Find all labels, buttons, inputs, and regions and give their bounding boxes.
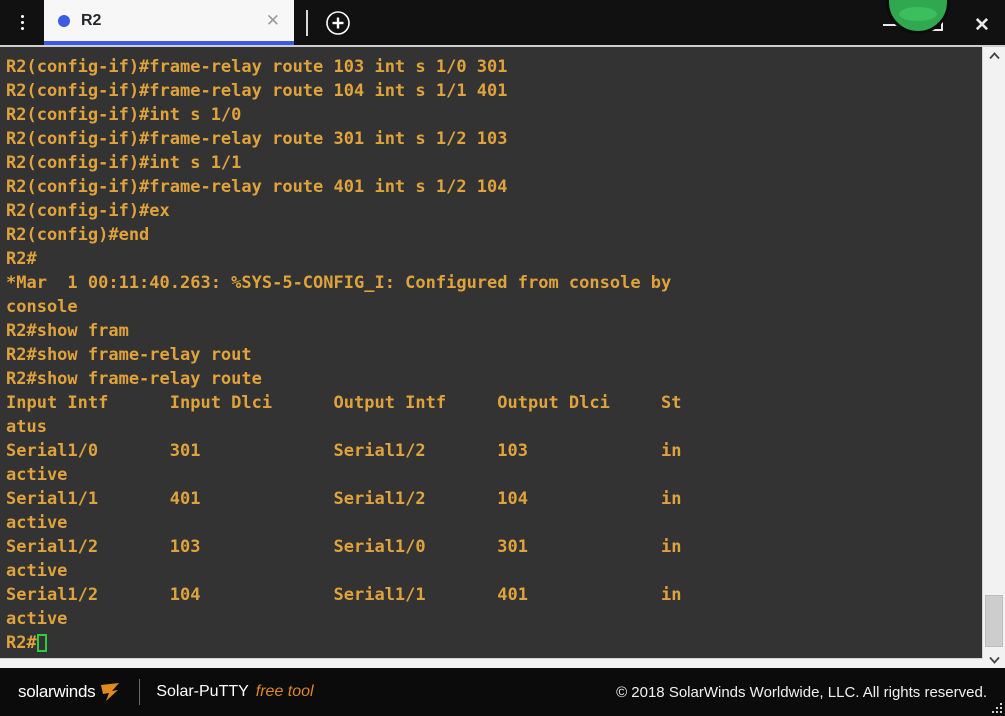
- terminal-line: active: [6, 465, 68, 485]
- solarwinds-flame-icon: [101, 683, 120, 701]
- terminal-line: R2#: [6, 249, 37, 269]
- product-name: Solar-PuTTY: [156, 683, 249, 700]
- terminal-line: *Mar 1 00:11:40.263: %SYS-5-CONFIG_I: Co…: [6, 273, 672, 293]
- terminal-line: R2#show frame-relay route: [6, 369, 262, 389]
- terminal-cursor: [36, 634, 47, 652]
- terminal-horizontal-scrollbar[interactable]: [0, 658, 983, 668]
- footer-separator: [139, 679, 141, 705]
- terminal-prompt-text: R2#: [6, 633, 37, 653]
- terminal-line: Serial1/0 301 Serial1/2 103 in: [6, 441, 682, 461]
- terminal-line: Serial1/2 104 Serial1/1 401 in: [6, 585, 682, 605]
- terminal-output[interactable]: R2(config-if)#frame-relay route 103 int …: [0, 47, 982, 668]
- terminal-prompt-line[interactable]: R2#: [6, 631, 982, 655]
- terminal-area: R2(config-if)#frame-relay route 103 int …: [0, 45, 1005, 668]
- scrollbar-thumb[interactable]: [985, 595, 1003, 647]
- plus-circle-icon: [326, 10, 350, 35]
- terminal-line: R2(config-if)#frame-relay route 103 int …: [6, 57, 508, 77]
- terminal-line: R2(config-if)#int s 1/0: [6, 105, 242, 125]
- terminal-line: Input Intf Input Dlci Output Intf Output…: [6, 393, 682, 413]
- solarwinds-wordmark: solarwinds: [18, 682, 96, 701]
- terminal-line: R2#show fram: [6, 321, 129, 341]
- terminal-line: R2(config-if)#int s 1/1: [6, 153, 242, 173]
- status-bar: solarwinds Solar-PuTTY free tool © 2018 …: [0, 668, 1005, 716]
- terminal-line: R2(config)#end: [6, 225, 150, 245]
- main-menu-button[interactable]: [0, 0, 44, 45]
- tab-separator: [306, 9, 308, 36]
- new-tab-button[interactable]: [324, 9, 352, 37]
- terminal-line: Serial1/1 401 Serial1/2 104 in: [6, 489, 682, 509]
- terminal-vertical-scrollbar[interactable]: [982, 47, 1005, 668]
- terminal-line: R2(config-if)#frame-relay route 104 int …: [6, 81, 508, 101]
- resize-grip-icon[interactable]: [990, 701, 1002, 713]
- chevron-up-icon: [988, 51, 1000, 59]
- product-tagline: free tool: [255, 683, 314, 700]
- terminal-line: console: [6, 297, 78, 317]
- terminal-line: R2(config-if)#frame-relay route 301 int …: [6, 129, 508, 149]
- terminal-line: active: [6, 561, 68, 581]
- solar-putty-window: R2 ✕ ✕ R2(config-if)#frame-relay route 1…: [0, 0, 1005, 716]
- close-button[interactable]: ✕: [959, 8, 1005, 42]
- kebab-menu-icon: [20, 15, 24, 30]
- tab-label: R2: [81, 11, 102, 29]
- title-bar: R2 ✕ ✕: [0, 0, 1005, 45]
- terminal-line: active: [6, 513, 68, 533]
- terminal-line: R2(config-if)#frame-relay route 401 int …: [6, 177, 508, 197]
- tab-status-dot-icon: [58, 14, 70, 27]
- scroll-down-button[interactable]: [983, 651, 1005, 668]
- chevron-down-icon: [988, 656, 1000, 664]
- terminal-line: Serial1/2 103 Serial1/0 301 in: [6, 537, 682, 557]
- terminal-line: R2(config-if)#ex: [6, 201, 170, 221]
- terminal-line: active: [6, 609, 68, 629]
- scroll-up-button[interactable]: [983, 47, 1005, 64]
- tab-r2[interactable]: R2 ✕: [44, 0, 294, 45]
- terminal-line: R2#show frame-relay rout: [6, 345, 252, 365]
- solarwinds-logo: solarwinds: [18, 680, 121, 704]
- titlebar-spacer: [352, 0, 867, 45]
- terminal-line: atus: [6, 417, 47, 437]
- copyright-text: © 2018 SolarWinds Worldwide, LLC. All ri…: [616, 683, 987, 701]
- tab-close-icon[interactable]: ✕: [262, 10, 284, 31]
